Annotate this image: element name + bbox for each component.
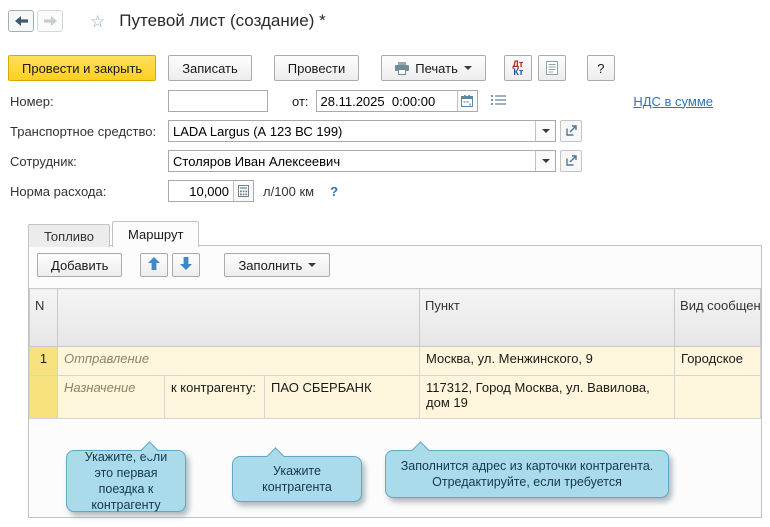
grid-toolbar: Добавить Заполнить (29, 246, 761, 282)
row-kind-cell[interactable]: Назначение (58, 376, 165, 419)
calculator-icon[interactable] (233, 181, 253, 201)
tooltip-text: Заполнится адрес из карточки контрагента… (396, 458, 658, 491)
fuel-rate-unit: л/100 км (263, 184, 314, 199)
table-header-row: N Пункт Вид сообщени (30, 289, 761, 347)
tab-route-label: Маршрут (128, 227, 183, 242)
counterparty-label-cell[interactable]: к контрагенту: (165, 376, 265, 419)
employee-row: Сотрудник: (10, 150, 762, 172)
fuel-rate-help[interactable]: ? (330, 184, 338, 199)
waybill-window: ☆ Путевой лист (создание) * Провести и з… (0, 0, 770, 527)
dropdown-arrow-icon (308, 263, 316, 267)
column-header-n[interactable]: N (30, 289, 58, 347)
list-icon (491, 94, 506, 109)
back-button[interactable] (8, 10, 34, 32)
printer-icon (395, 62, 409, 75)
date-input[interactable] (317, 91, 457, 111)
dtkt-button[interactable]: ДтКт (504, 55, 532, 81)
dtkt-icon: ДтКт (512, 60, 523, 76)
employee-input[interactable] (169, 151, 535, 171)
add-row-button[interactable]: Добавить (37, 253, 122, 277)
point-cell[interactable]: 117312, Город Москва, ул. Вавилова, дом … (420, 376, 675, 419)
column-header-blank[interactable] (58, 289, 420, 347)
number-row: Номер: от: НДС в сумме (10, 90, 762, 112)
fuel-rate-label: Норма расхода: (10, 184, 168, 199)
table-row-destination: Назначение к контрагенту: ПАО СБЕРБАНК 1… (30, 376, 761, 419)
message-type-cell[interactable]: Городское (675, 347, 761, 376)
forward-button[interactable] (37, 10, 63, 32)
number-label: Номер: (10, 94, 168, 109)
post-button[interactable]: Провести (274, 55, 360, 81)
vehicle-row: Транспортное средство: (10, 120, 762, 142)
post-and-close-button[interactable]: Провести и закрыть (8, 55, 156, 81)
write-button[interactable]: Записать (168, 55, 252, 81)
open-icon (566, 154, 577, 169)
show-in-list-button[interactable] (488, 90, 510, 112)
route-table: N Пункт Вид сообщени 1 Отправление Москв… (29, 288, 761, 419)
tooltip-counterparty: Укажите контрагента (232, 456, 362, 502)
fuel-rate-field (168, 180, 254, 202)
dropdown-arrow-icon (464, 66, 472, 70)
table-row-departure: 1 Отправление Москва, ул. Менжинского, 9… (30, 347, 761, 376)
favorite-star-icon[interactable]: ☆ (90, 13, 105, 30)
calendar-icon[interactable] (457, 91, 477, 111)
vehicle-input[interactable] (169, 121, 535, 141)
form-area: Номер: от: НДС в сумме Транспортное сред… (10, 90, 762, 210)
employee-dropdown-arrow-icon[interactable] (535, 151, 555, 171)
row-number-cell[interactable] (30, 376, 58, 419)
vehicle-field (168, 120, 556, 142)
forward-icon (44, 14, 57, 29)
document-list-icon (546, 61, 558, 75)
move-down-button[interactable] (172, 253, 200, 277)
counterparty-value-cell[interactable]: ПАО СБЕРБАНК (265, 376, 420, 419)
employee-label: Сотрудник: (10, 154, 168, 169)
employee-open-button[interactable] (560, 150, 582, 172)
fill-button[interactable]: Заполнить (224, 253, 330, 277)
tooltip-address: Заполнится адрес из карточки контрагента… (385, 450, 669, 498)
back-icon (15, 14, 28, 29)
column-header-point[interactable]: Пункт (420, 289, 675, 347)
employee-field (168, 150, 556, 172)
tab-strip: Топливо Маршрут (28, 221, 201, 247)
fuel-rate-row: Норма расхода: л/100 км ? (10, 180, 762, 202)
open-icon (566, 124, 577, 139)
column-header-message-type[interactable]: Вид сообщени (675, 289, 761, 347)
date-label: от: (292, 94, 309, 109)
number-input[interactable] (168, 90, 268, 112)
command-bar: Провести и закрыть Записать Провести Печ… (8, 54, 615, 82)
tab-fuel-label: Топливо (44, 229, 94, 244)
tooltip-first-trip: Укажите, если это первая поездка к контр… (66, 450, 186, 512)
point-cell[interactable]: Москва, ул. Менжинского, 9 (420, 347, 675, 376)
related-documents-button[interactable] (538, 55, 566, 81)
fill-button-label: Заполнить (238, 258, 302, 273)
row-number-cell[interactable]: 1 (30, 347, 58, 376)
move-down-icon (180, 257, 192, 273)
window-title: Путевой лист (создание) * (119, 11, 325, 31)
nav-bar: ☆ Путевой лист (создание) * (8, 8, 762, 34)
vehicle-dropdown-arrow-icon[interactable] (535, 121, 555, 141)
date-field (316, 90, 478, 112)
tab-route[interactable]: Маршрут (112, 221, 199, 247)
tab-fuel[interactable]: Топливо (28, 224, 110, 247)
help-button[interactable]: ? (587, 55, 615, 81)
row-kind-cell[interactable]: Отправление (58, 347, 420, 376)
move-up-icon (148, 257, 160, 273)
move-up-button[interactable] (140, 253, 168, 277)
print-button-label: Печать (415, 61, 458, 76)
tooltip-text: Укажите, если это первая поездка к контр… (77, 449, 175, 514)
message-type-cell[interactable] (675, 376, 761, 419)
tooltip-text: Укажите контрагента (243, 463, 351, 496)
vat-mode-link[interactable]: НДС в сумме (633, 94, 713, 109)
vehicle-label: Транспортное средство: (10, 124, 168, 139)
print-button[interactable]: Печать (381, 55, 486, 81)
fuel-rate-input[interactable] (169, 181, 233, 201)
vehicle-open-button[interactable] (560, 120, 582, 142)
